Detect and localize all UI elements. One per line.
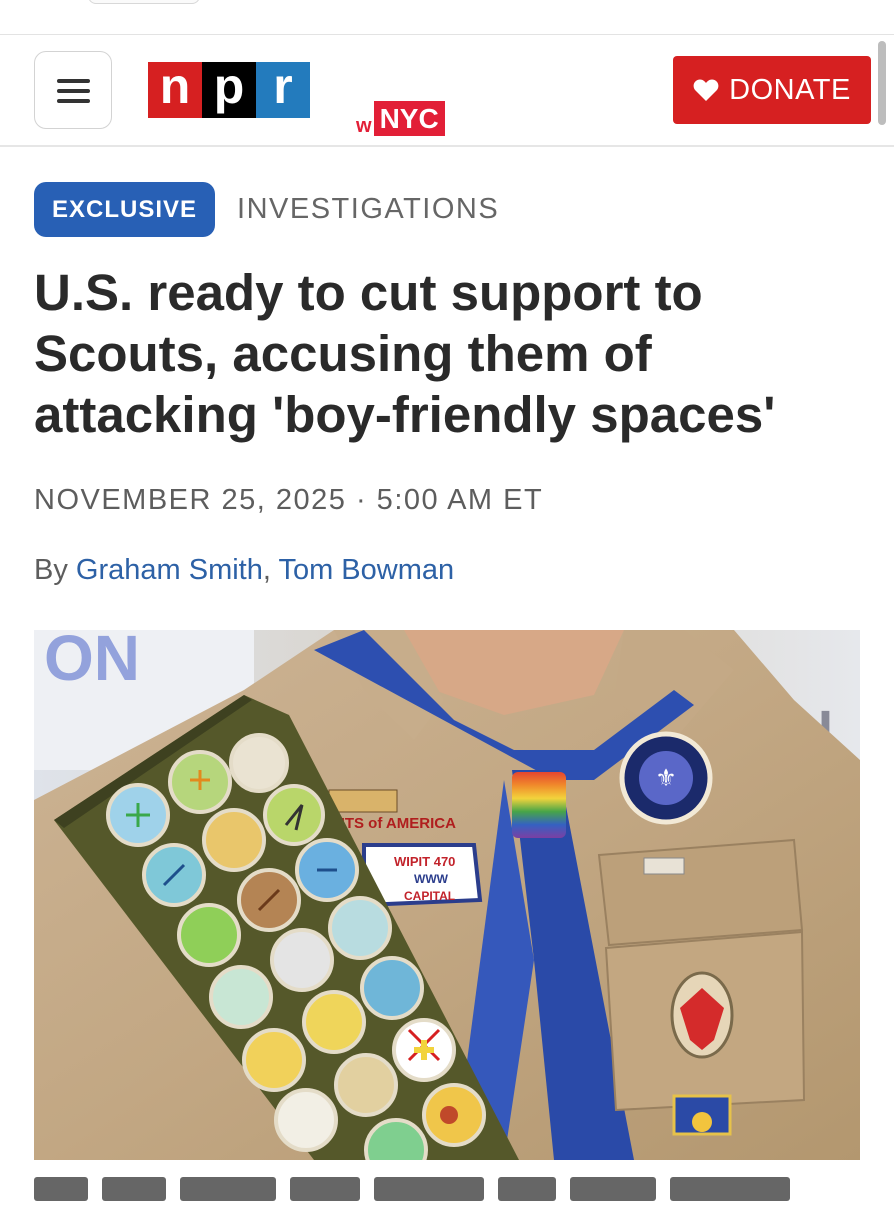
npr-logo-p: p <box>202 61 256 118</box>
council-patch-text: WIPIT 470 <box>394 854 455 869</box>
shirt-strip-text: UTS of AMERICA <box>334 815 456 832</box>
lead-photo[interactable]: ON H ⚜ UTS of AMERICA WIPIT 470 WWW CAPI… <box>34 630 860 1160</box>
svg-text:⚜: ⚜ <box>655 764 677 792</box>
byline-separator: , <box>262 554 279 586</box>
donate-button[interactable]: DONATE <box>673 56 871 124</box>
author-link-graham-smith[interactable]: Graham Smith <box>76 554 263 586</box>
photo-caption-cutoff <box>34 1176 860 1216</box>
heart-icon <box>693 79 719 101</box>
npr-logo-n: n <box>148 61 202 118</box>
npr-logo[interactable]: n p r <box>148 61 310 118</box>
wnyc-logo-nyc: NYC <box>373 101 445 136</box>
browser-top-strip <box>0 0 894 35</box>
council-patch-text-line2: WWW <box>414 872 449 886</box>
section-link-investigations[interactable]: INVESTIGATIONS <box>237 193 499 226</box>
site-header: n p r w NYC DONATE <box>0 35 894 147</box>
menu-button[interactable] <box>34 51 112 129</box>
npr-logo-r: r <box>256 61 310 118</box>
scrollbar[interactable] <box>878 41 886 125</box>
browser-handle <box>88 0 200 4</box>
lead-photo-illustration: ON H ⚜ UTS of AMERICA WIPIT 470 WWW CAPI… <box>34 630 860 1160</box>
byline-prefix: By <box>34 554 76 586</box>
wnyc-logo[interactable]: w NYC <box>356 101 445 136</box>
article-byline: By Graham Smith, Tom Bowman <box>34 554 454 587</box>
article-dateline: NOVEMBER 25, 2025 · 5:00 AM ET <box>34 484 544 516</box>
author-link-tom-bowman[interactable]: Tom Bowman <box>278 554 454 586</box>
svg-text:ON: ON <box>44 630 140 694</box>
exclusive-badge: EXCLUSIVE <box>34 182 216 237</box>
article-kicker: EXCLUSIVE INVESTIGATIONS <box>34 182 499 237</box>
wnyc-logo-w: w <box>356 115 372 137</box>
article-headline: U.S. ready to cut support to Scouts, acc… <box>34 264 776 443</box>
donate-label: DONATE <box>729 73 851 106</box>
council-patch-text-line3: CAPITAL <box>404 889 455 903</box>
